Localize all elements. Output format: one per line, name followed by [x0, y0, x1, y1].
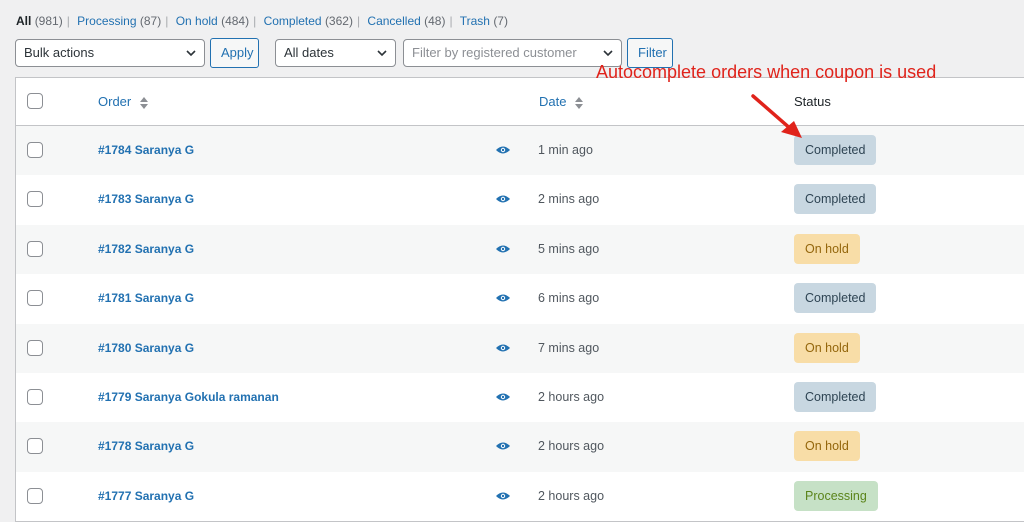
- sort-icon: [139, 96, 148, 109]
- preview-eye-icon[interactable]: [496, 491, 510, 501]
- table-row[interactable]: #1782 Saranya G 5 mins ago On hold: [16, 224, 1024, 275]
- preview-eye-icon[interactable]: [496, 145, 510, 155]
- order-link[interactable]: #1778 Saranya G: [98, 439, 194, 453]
- filter-processing[interactable]: Processing: [77, 14, 136, 28]
- row-checkbox[interactable]: [27, 142, 43, 158]
- filter-completed-count: (362): [324, 14, 353, 28]
- status-badge: Completed: [794, 381, 877, 412]
- preview-eye-icon[interactable]: [496, 293, 510, 303]
- filter-all-count: (981): [34, 14, 63, 28]
- filter-trash-count: (7): [493, 14, 508, 28]
- status-badge: Processing: [794, 480, 878, 511]
- table-body: #1784 Saranya G1 min ago Completed #1783 S…: [16, 126, 1024, 521]
- order-date: 2 hours ago: [538, 439, 605, 454]
- preview-eye-icon[interactable]: [496, 244, 510, 254]
- select-all-checkbox[interactable]: [27, 93, 43, 109]
- order-header-label: Order: [98, 94, 132, 109]
- filter-all[interactable]: All: [16, 14, 31, 28]
- order-link[interactable]: #1783 Saranya G: [98, 192, 194, 206]
- table-row[interactable]: #1778 Saranya G 2 hours ago On hold: [16, 422, 1024, 472]
- date-header-label: Date: [539, 94, 567, 109]
- separator: |: [66, 14, 70, 28]
- table-row[interactable]: #1781 Saranya G 6 mins ago Completed: [16, 274, 1024, 323]
- row-checkbox[interactable]: [27, 240, 43, 257]
- status-badge: On hold: [794, 431, 860, 462]
- order-link[interactable]: #1781 Saranya G: [98, 291, 194, 305]
- order-column-header[interactable]: Order: [98, 94, 148, 109]
- preview-eye-icon[interactable]: [496, 441, 510, 451]
- separator: |: [253, 14, 257, 28]
- status-filters: All (981) | Processing (87) | On hold (484…: [16, 14, 508, 28]
- table-row[interactable]: #1784 Saranya G1 min ago Completed: [16, 126, 1024, 176]
- order-link[interactable]: #1779 Saranya Gokula ramanan: [98, 390, 279, 404]
- bulk-actions-select[interactable]: Bulk actions: [15, 39, 205, 67]
- order-link[interactable]: #1784 Saranya G: [98, 143, 194, 157]
- order-date: 2 hours ago: [538, 488, 605, 503]
- row-checkbox[interactable]: [27, 339, 43, 356]
- annotation-text: Autocomplete orders when coupon is used: [596, 62, 937, 82]
- bulk-actions-label: Bulk actions: [24, 45, 95, 60]
- filter-on-hold[interactable]: On hold: [176, 14, 218, 28]
- chevron-down-icon: [377, 50, 387, 57]
- table-row[interactable]: #1783 Saranya G 2 mins ago Completed: [16, 175, 1024, 224]
- customer-filter-placeholder: Filter by registered customer: [412, 45, 577, 60]
- dates-label: All dates: [284, 45, 334, 60]
- filter-processing-count: (87): [139, 14, 162, 28]
- dates-select[interactable]: All dates: [275, 39, 396, 67]
- table-row[interactable]: #1779 Saranya Gokula ramanan 2 hours ago C…: [16, 373, 1024, 422]
- filter-trash[interactable]: Trash: [460, 14, 490, 28]
- status-badge: Completed: [794, 283, 877, 314]
- row-checkbox[interactable]: [27, 290, 43, 307]
- table-row[interactable]: #1777 Saranya G 2 hours ago Processing: [16, 472, 1024, 521]
- status-badge: Completed: [794, 184, 877, 215]
- filter-cancelled[interactable]: Cancelled: [367, 14, 420, 28]
- annotation-arrow-icon: [751, 94, 802, 138]
- preview-eye-icon[interactable]: [496, 392, 510, 402]
- table-row[interactable]: #1780 Saranya G 7 mins ago On hold: [16, 323, 1024, 373]
- table-header: Order Date Status: [16, 78, 1024, 126]
- filter-all-label: All: [16, 14, 32, 28]
- orders-table: Order Date Status #1784 Saranya G 1 min a…: [15, 77, 1024, 522]
- customer-filter-select[interactable]: Filter by registered customer: [403, 39, 622, 67]
- preview-eye-icon[interactable]: [496, 194, 510, 204]
- order-date: 2 hours ago: [538, 389, 605, 404]
- filter-completed[interactable]: Completed: [264, 14, 322, 28]
- order-date: 7 mins ago: [538, 340, 600, 355]
- separator: |: [449, 14, 453, 28]
- apply-button[interactable]: Apply: [210, 38, 259, 68]
- order-date: 5 mins ago: [538, 241, 600, 256]
- status-badge: On hold: [794, 332, 860, 363]
- filter-on-hold-count: (484): [221, 14, 250, 28]
- order-link[interactable]: #1780 Saranya G: [98, 341, 194, 355]
- order-link[interactable]: #1777 Saranya G: [98, 489, 194, 503]
- preview-eye-icon[interactable]: [496, 343, 510, 353]
- row-checkbox[interactable]: [27, 191, 43, 208]
- date-column-header[interactable]: Date: [539, 94, 584, 109]
- separator: |: [165, 14, 169, 28]
- order-date: 2 mins ago: [538, 192, 600, 207]
- order-date: 6 mins ago: [538, 291, 600, 306]
- filter-cancelled-count: (48): [424, 14, 446, 28]
- sort-icon: [575, 96, 584, 109]
- order-date: 1 min ago: [538, 143, 593, 157]
- order-link[interactable]: #1782 Saranya G: [98, 242, 194, 256]
- chevron-down-icon: [186, 50, 196, 57]
- chevron-down-icon: [603, 50, 613, 57]
- row-checkbox[interactable]: [27, 438, 43, 455]
- row-checkbox[interactable]: [27, 487, 43, 504]
- row-checkbox[interactable]: [27, 388, 43, 405]
- status-badge: On hold: [794, 233, 860, 264]
- separator: |: [356, 14, 361, 28]
